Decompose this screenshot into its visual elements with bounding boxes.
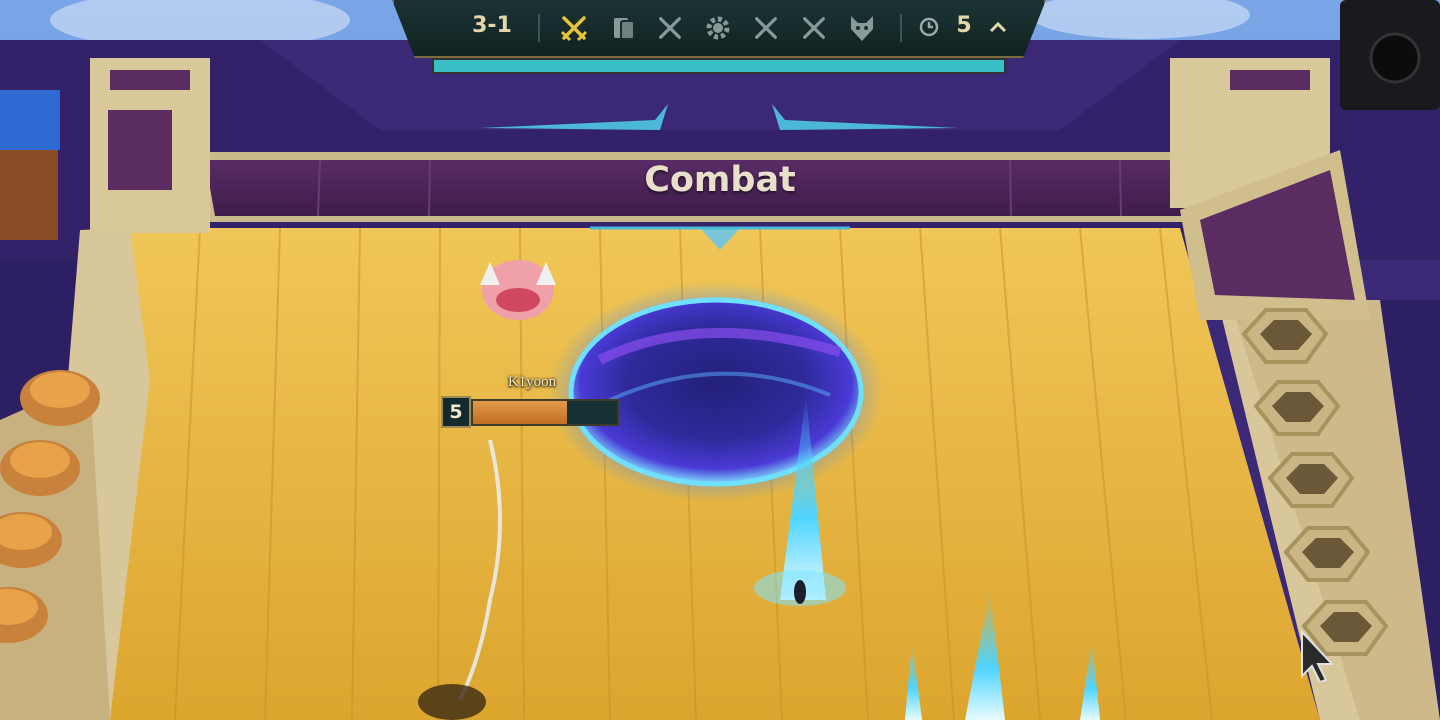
stage-number: 3-1 [472, 13, 512, 38]
player-name: K1yoon [507, 374, 557, 390]
game-scene [0, 0, 1440, 720]
round-progress-bar [432, 58, 1006, 74]
carousel-gear-icon [702, 12, 734, 44]
chevron-up-icon[interactable] [988, 18, 1008, 38]
crossed-swords-icon [798, 12, 830, 44]
player-health-bar [471, 399, 619, 426]
player-health-fill [473, 401, 567, 424]
bench-slot[interactable] [1262, 448, 1358, 512]
player-level: 5 [441, 396, 471, 428]
round-timer: 5 [956, 13, 972, 38]
crossed-swords-icon [750, 12, 782, 44]
card-icon [608, 12, 640, 44]
crossed-swords-icon [554, 10, 594, 48]
phase-title: Combat [644, 160, 796, 200]
bench-slot[interactable] [1248, 376, 1344, 440]
wolf-head-icon [846, 12, 878, 44]
divider [538, 14, 540, 42]
crossed-swords-icon [654, 12, 686, 44]
clock-icon [919, 17, 939, 37]
bench-slot[interactable] [1278, 522, 1374, 586]
mouse-cursor-icon [1301, 630, 1335, 682]
divider [900, 14, 902, 42]
round-progress-fill [434, 60, 1004, 72]
bench-slot[interactable] [1236, 304, 1332, 368]
